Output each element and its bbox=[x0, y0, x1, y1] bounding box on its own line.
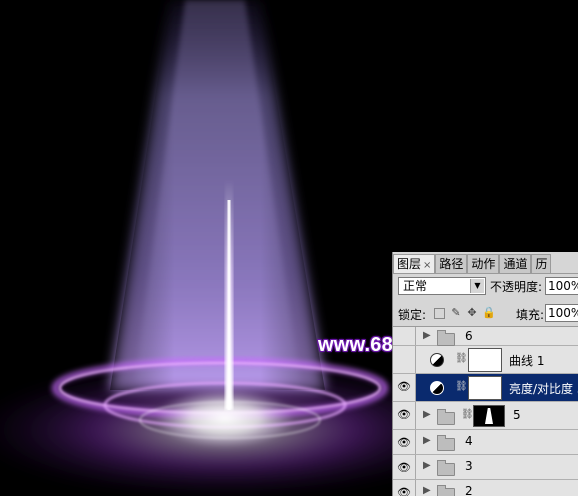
lock-all-icon[interactable]: 🔒 bbox=[482, 307, 496, 319]
layer-name: 2 bbox=[465, 484, 473, 496]
lock-move-icon[interactable]: ✥ bbox=[466, 307, 478, 319]
fill-label: 填充: bbox=[516, 308, 545, 322]
tab-label: 图层 bbox=[397, 257, 422, 271]
tab-actions[interactable]: 动作 bbox=[467, 254, 500, 273]
link-icon: ⛓ bbox=[455, 353, 468, 364]
lock-brush-icon[interactable]: ✎ bbox=[450, 307, 462, 319]
blend-row: 正常 ▼ 不透明度: 100% bbox=[398, 277, 578, 297]
layer-row[interactable]: ▶ 6 bbox=[393, 327, 578, 346]
layer-name: 亮度/对比度 3 bbox=[509, 382, 578, 396]
visibility-toggle[interactable]: 👁 bbox=[393, 430, 416, 454]
layer-name: 3 bbox=[465, 459, 473, 473]
layer-mask-thumbnail[interactable] bbox=[473, 405, 505, 427]
link-icon: ⛓ bbox=[455, 381, 468, 392]
folder-icon bbox=[437, 460, 455, 476]
folder-icon bbox=[437, 330, 455, 346]
layer-list: ▶ 6 ⛓ 曲线 1 👁 ⛓ 亮度/对比度 3 👁 ▶ ⛓ 5 👁 ▶ 4 👁 … bbox=[393, 326, 578, 496]
chevron-down-icon[interactable]: ▼ bbox=[470, 279, 484, 293]
visibility-toggle[interactable]: 👁 bbox=[393, 455, 416, 479]
panel-tabs: 图层 × 路径 动作 通道 历 bbox=[393, 254, 578, 274]
tab-paths[interactable]: 路径 bbox=[435, 254, 468, 273]
visibility-toggle[interactable] bbox=[393, 346, 416, 373]
eye-icon: 👁 bbox=[397, 380, 411, 393]
adjustment-icon bbox=[430, 353, 444, 367]
layer-row[interactable]: ⛓ 曲线 1 bbox=[393, 346, 578, 374]
eye-icon: 👁 bbox=[397, 436, 411, 449]
layer-row-selected[interactable]: 👁 ⛓ 亮度/对比度 3 bbox=[393, 374, 578, 402]
opacity-label: 不透明度: bbox=[490, 280, 543, 294]
visibility-toggle[interactable] bbox=[393, 327, 416, 345]
layer-name: 4 bbox=[465, 434, 473, 448]
expand-triangle-icon[interactable]: ▶ bbox=[423, 460, 431, 471]
layer-mask-thumbnail[interactable] bbox=[468, 376, 502, 400]
tab-history[interactable]: 历 bbox=[531, 254, 552, 273]
folder-icon bbox=[437, 409, 455, 425]
blend-mode-value: 正常 bbox=[403, 279, 428, 293]
tab-label: 动作 bbox=[471, 257, 496, 271]
visibility-toggle[interactable]: 👁 bbox=[393, 374, 416, 401]
link-icon: ⛓ bbox=[461, 409, 474, 420]
adjustment-icon bbox=[430, 381, 444, 395]
tab-label: 路径 bbox=[439, 257, 464, 271]
visibility-toggle[interactable]: 👁 bbox=[393, 402, 416, 429]
lock-transparency-icon[interactable] bbox=[434, 308, 445, 319]
tab-divider bbox=[393, 273, 578, 274]
layer-row[interactable]: 👁 ▶ 4 bbox=[393, 430, 578, 455]
tab-channels[interactable]: 通道 bbox=[499, 254, 532, 273]
folder-icon bbox=[437, 485, 455, 496]
expand-triangle-icon[interactable]: ▶ bbox=[423, 330, 431, 341]
layer-name: 曲线 1 bbox=[509, 354, 545, 368]
eye-icon: 👁 bbox=[397, 408, 411, 421]
tab-layers[interactable]: 图层 × bbox=[393, 254, 436, 273]
layer-row[interactable]: 👁 ▶ 3 bbox=[393, 455, 578, 480]
tab-label: 通道 bbox=[503, 257, 528, 271]
lock-label: 锁定: bbox=[398, 308, 427, 322]
layer-row[interactable]: 👁 ▶ ⛓ 5 bbox=[393, 402, 578, 430]
layers-panel: 图层× 路径 动作 通道 历 正常 ▼ 不透明度: 100% 锁定: ✎ ✥ 🔒… bbox=[392, 252, 578, 496]
layer-mask-thumbnail[interactable] bbox=[468, 348, 502, 372]
layer-name: 6 bbox=[465, 329, 473, 343]
close-icon[interactable]: × bbox=[423, 260, 431, 271]
folder-icon bbox=[437, 435, 455, 451]
expand-triangle-icon[interactable]: ▶ bbox=[423, 485, 431, 496]
tab-label: 历 bbox=[535, 257, 548, 271]
expand-triangle-icon[interactable]: ▶ bbox=[423, 435, 431, 446]
eye-icon: 👁 bbox=[397, 486, 411, 496]
lock-row: 锁定: ✎ ✥ 🔒 填充: 100% bbox=[398, 304, 578, 324]
visibility-toggle[interactable]: 👁 bbox=[393, 480, 416, 496]
fill-input[interactable]: 100% bbox=[545, 304, 578, 322]
expand-triangle-icon[interactable]: ▶ bbox=[423, 409, 431, 420]
blend-mode-select[interactable]: 正常 ▼ bbox=[398, 277, 486, 295]
eye-icon: 👁 bbox=[397, 461, 411, 474]
layer-name: 5 bbox=[513, 408, 521, 422]
opacity-input[interactable]: 100% bbox=[545, 277, 578, 295]
layer-row[interactable]: 👁 ▶ 2 bbox=[393, 480, 578, 496]
